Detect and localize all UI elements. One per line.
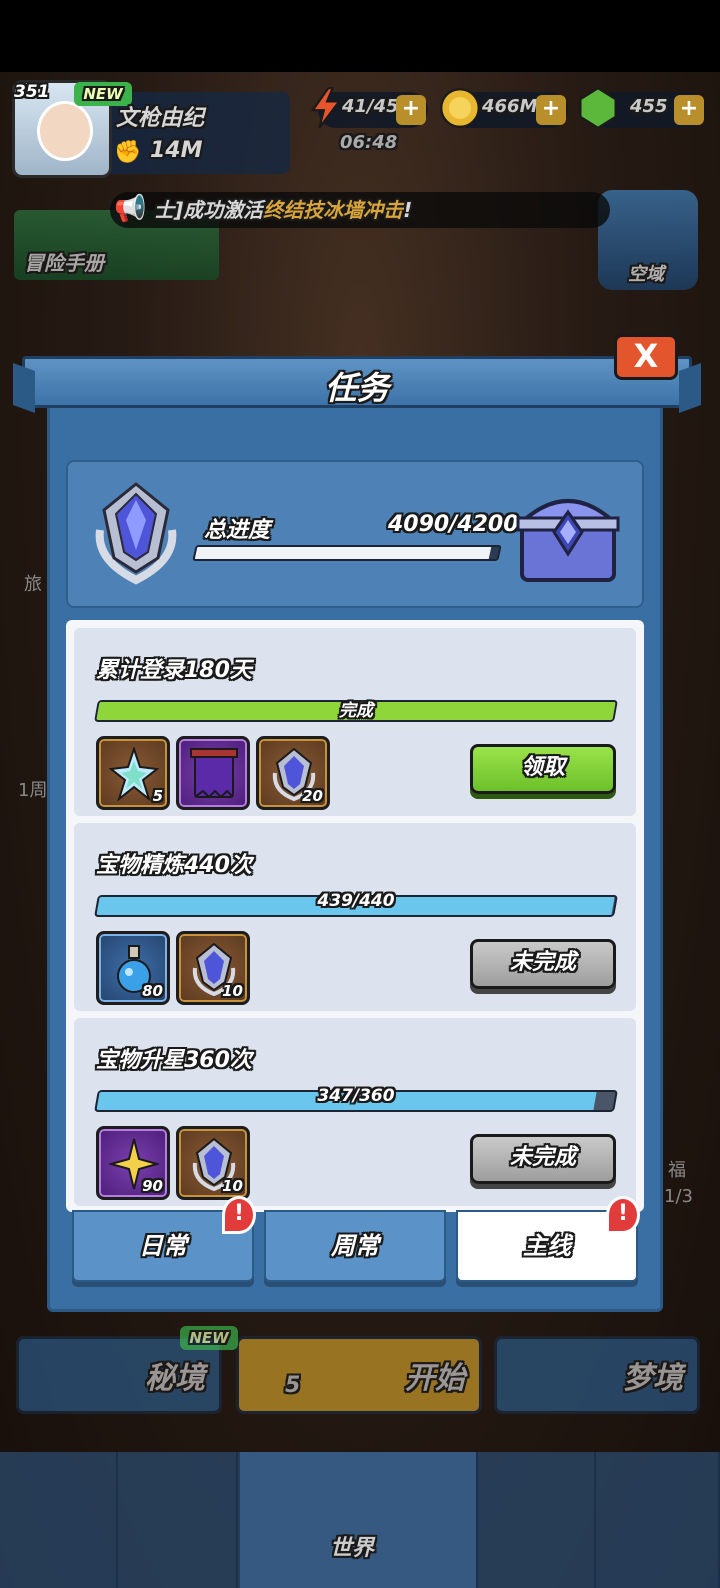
gold-coin-icon: [440, 88, 480, 128]
player-name: 文枪由纪: [116, 106, 205, 131]
task-card: 宝物升星360次 347/360 90 10 未完成: [74, 1018, 636, 1206]
start-cost: 5: [285, 1373, 301, 1398]
reward-item[interactable]: 10: [176, 1126, 250, 1200]
reward-count: 5: [152, 787, 163, 805]
broadcast-highlight: 终结技冰墙冲击: [263, 198, 404, 222]
incomplete-button[interactable]: 未完成: [470, 939, 616, 989]
total-progress-label: 总进度: [204, 518, 271, 543]
tab-weekly[interactable]: 周常: [264, 1210, 446, 1282]
sky-domain-label: 空域: [628, 264, 664, 285]
treasure-chest-icon[interactable]: [512, 478, 624, 590]
task-name: 宝物精炼440次: [96, 853, 252, 878]
task-list[interactable]: 累计登录180天 完成 5 20 领取 宝物精炼440次 439/440 80 10 未完成 宝物升…: [66, 620, 644, 1212]
star-crystal-icon: [109, 747, 159, 801]
stamina-plus-button[interactable]: +: [396, 95, 426, 125]
nav-item-5[interactable]: [598, 1452, 720, 1588]
player-power: 14M: [150, 138, 203, 163]
purple-banner-icon: [190, 748, 238, 799]
nav-item-1[interactable]: [0, 1452, 118, 1588]
stamina-value: 41/45: [342, 96, 399, 117]
task-progress-label: 完成: [339, 701, 373, 721]
start-button[interactable]: 开始 5: [236, 1336, 482, 1414]
crystal-badge-icon: [95, 482, 177, 585]
player-level: 351: [14, 82, 50, 102]
dream-realm-label: 梦境: [623, 1361, 683, 1396]
task-progress-label: 347/360: [317, 1086, 395, 1106]
task-card: 宝物精炼440次 439/440 80 10 未完成: [74, 823, 636, 1011]
adventure-book-label: 冒险手册: [24, 251, 104, 275]
gold-value: 466M: [482, 96, 538, 117]
task-card: 累计登录180天完成 5 20 领取: [74, 628, 636, 816]
gold-plus-button[interactable]: +: [536, 95, 566, 125]
secret-new-badge: NEW: [180, 1326, 238, 1350]
gold-resource: 466M +: [440, 88, 568, 128]
nav-item-world[interactable]: [240, 1452, 478, 1588]
tab-label: 周常: [331, 1232, 379, 1260]
gem-resource: 455 +: [579, 86, 706, 130]
side-label-left-2: 1周: [18, 780, 48, 801]
reward-count: 10: [222, 1177, 243, 1195]
avatar-face: [37, 101, 93, 161]
tab-label: 日常: [139, 1232, 187, 1260]
nav-item-2[interactable]: [120, 1452, 238, 1588]
side-label-right-2: 1/3: [664, 1186, 693, 1207]
broadcast-suffix: !: [403, 198, 413, 222]
start-label: 开始: [405, 1361, 465, 1396]
reward-count: 80: [142, 982, 163, 1000]
reward-item[interactable]: [176, 736, 250, 810]
modal-header: 任务: [22, 356, 692, 408]
close-button[interactable]: X: [614, 334, 678, 380]
tab-label: 主线: [523, 1232, 571, 1260]
total-progress-value: 4090/4200: [388, 512, 519, 537]
nav-item-4[interactable]: [478, 1452, 596, 1588]
reward-item[interactable]: 5: [96, 736, 170, 810]
gem-plus-button[interactable]: +: [674, 95, 704, 125]
total-progress-fill: [194, 547, 492, 559]
alert-icon: !: [606, 1196, 640, 1234]
task-name: 累计登录180天: [96, 658, 252, 683]
sky-domain-button[interactable]: 空域: [598, 190, 698, 290]
claim-button[interactable]: 领取: [470, 744, 616, 794]
stamina-resource: 41/45 +: [310, 87, 428, 129]
reward-item[interactable]: 20: [256, 736, 330, 810]
reward-count: 90: [142, 1177, 163, 1195]
task-name: 宝物升星360次: [96, 1048, 252, 1073]
total-progress-bar: [192, 545, 502, 561]
fist-icon: ✊: [114, 140, 142, 165]
incomplete-button[interactable]: 未完成: [470, 1134, 616, 1184]
modal-title: 任务: [324, 369, 389, 407]
alert-icon: !: [222, 1196, 256, 1234]
side-label-left-1: 旅: [24, 574, 42, 595]
reward-count: 20: [302, 787, 323, 805]
stamina-timer: 06:48: [340, 132, 398, 153]
nav-world-label: 世界: [330, 1536, 375, 1561]
reward-item[interactable]: 80: [96, 931, 170, 1005]
gem-value: 455: [630, 96, 668, 117]
reward-count: 10: [222, 982, 243, 1000]
dream-realm-button[interactable]: 梦境: [494, 1336, 700, 1414]
side-label-right-1: 福: [668, 1160, 686, 1181]
reward-item[interactable]: 10: [176, 931, 250, 1005]
reward-item[interactable]: 90: [96, 1126, 170, 1200]
secret-realm-label: 秘境: [145, 1361, 205, 1396]
megaphone-icon: 📢: [114, 194, 147, 224]
task-progress-label: 439/440: [317, 891, 395, 911]
broadcast-bar: 士]成功激活终结技冰墙冲击!: [110, 192, 610, 228]
broadcast-prefix: 士]成功激活: [154, 198, 264, 222]
green-gem-icon: [579, 86, 617, 130]
